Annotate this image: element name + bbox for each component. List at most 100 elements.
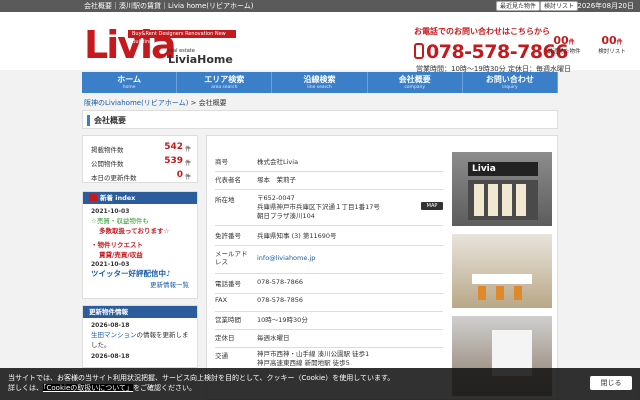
breadcrumb-current: 会社概要 bbox=[198, 99, 227, 107]
stat-updated-unit: 件 bbox=[184, 174, 191, 181]
office-interior-photo bbox=[452, 234, 552, 308]
page-title: 会社概要 bbox=[94, 116, 126, 125]
updates-panel-header: 更新物件情報 bbox=[83, 306, 197, 318]
news-panel-header: 新着 index bbox=[83, 192, 197, 204]
nav-home-label: ホーム bbox=[117, 75, 141, 84]
review-list-button[interactable]: 検討リスト bbox=[540, 1, 579, 11]
stat-public-value: 539 bbox=[164, 156, 183, 166]
office-chair bbox=[478, 286, 486, 300]
stat-public: 公開物件数 539 件 bbox=[91, 156, 193, 170]
news-line[interactable]: 賃貸/売買/収益 bbox=[91, 249, 189, 259]
cookie-banner: 当サイトでは、お客様の当サイト利用状況把握、サービス向上検討を目的として、クッキ… bbox=[0, 368, 640, 400]
info-row-holiday: 定休日 毎週水曜日 bbox=[215, 332, 443, 348]
news-badge-icon bbox=[89, 194, 97, 201]
news-date: 2021-10-03 bbox=[91, 208, 130, 215]
site-description: 会社概要｜湊川駅の賃貸｜Livia home(リビアホーム) bbox=[84, 2, 254, 10]
storefront-photo: Livia bbox=[452, 152, 552, 226]
recent-viewed-count[interactable]: 00件 最近見た物件 bbox=[542, 34, 586, 55]
stat-updated-label: 本日の更新件数 bbox=[91, 174, 137, 182]
news-panel-title: 新着 index bbox=[100, 194, 136, 202]
nav-inquiry[interactable]: お問い合わせ inquiry bbox=[462, 72, 559, 93]
office-chair bbox=[514, 286, 522, 300]
news-more-link[interactable]: 更新情報一覧 bbox=[91, 279, 189, 289]
info-row-license: 免許番号 兵庫県知事 (3) 第11690号 bbox=[215, 230, 443, 246]
cookie-line-1: 当サイトでは、お客様の当サイト利用状況把握、サービス向上検討を目的として、クッキ… bbox=[8, 374, 395, 382]
header: Livia Buy&Rent Designers Renovation New … bbox=[0, 12, 640, 73]
nav-inquiry-label: お問い合わせ bbox=[485, 75, 534, 84]
news-list: 2021-10-03 ☆売買・収益物件も 多数取扱っております☆ ・物件リクエス… bbox=[83, 204, 197, 293]
info-row-company: 商号 株式会社Livia bbox=[215, 156, 443, 172]
info-value: 078-578-7866 bbox=[257, 278, 304, 286]
info-key: 営業時間 bbox=[215, 316, 241, 324]
info-key: 定休日 bbox=[215, 334, 235, 342]
news-line[interactable]: ・物件リクエスト bbox=[91, 239, 189, 249]
info-key: 交通 bbox=[215, 352, 228, 360]
review-count-value: 00 bbox=[601, 34, 617, 47]
news-date: 2021-10-03 bbox=[91, 261, 130, 268]
nav-line-search[interactable]: 沿線検索 line search bbox=[272, 72, 368, 93]
info-value: 10時～19時30分 bbox=[257, 316, 308, 324]
info-value: 塚本 茉莉子 bbox=[257, 176, 296, 184]
cookie-policy-link[interactable]: 「Cookieの取扱いについて」 bbox=[43, 384, 134, 392]
title-accent-bar bbox=[87, 115, 90, 126]
map-button[interactable]: MAP bbox=[421, 202, 443, 210]
logo-tagline: Buy&Rent Designers Renovation New Buildi… bbox=[128, 30, 236, 45]
page-title-box: 会社概要 bbox=[82, 110, 558, 129]
info-key: 所在地 bbox=[215, 196, 235, 204]
update-link[interactable]: 生田マンション bbox=[91, 331, 137, 339]
review-list-count[interactable]: 00件 検討リスト bbox=[590, 34, 634, 55]
update-date: 2026-08-18 bbox=[91, 353, 130, 360]
updates-panel: 更新物件情報 2026-08-18 生田マンションの情報を更新しました。 202… bbox=[82, 305, 198, 368]
nav-area-search[interactable]: エリア検索 area search bbox=[177, 72, 273, 93]
info-value: 神戸市西神・山手線 湊川公園駅 徒歩1 神戸高速東西線 新開地駅 徒歩5 bbox=[257, 350, 370, 367]
site-logo[interactable]: Livia Buy&Rent Designers Renovation New … bbox=[84, 24, 238, 66]
nav-line-sub: line search bbox=[307, 85, 332, 90]
info-value: 株式会社Livia bbox=[257, 158, 299, 166]
review-count-label: 検討リスト bbox=[598, 49, 626, 55]
recent-count-value: 00 bbox=[553, 34, 569, 47]
info-value: 〒652-0047 兵庫県神戸市兵庫区下沢通１丁目1番17号 朝日プラザ湊川10… bbox=[257, 194, 380, 220]
stat-public-unit: 件 bbox=[184, 160, 191, 167]
stat-updated-today: 本日の更新件数 0 件 bbox=[91, 170, 193, 184]
info-value: 毎週水曜日 bbox=[257, 334, 290, 342]
news-line[interactable]: ☆売買・収益物件も bbox=[91, 215, 189, 225]
info-row-hours: 営業時間 10時～19時30分 bbox=[215, 314, 443, 330]
breadcrumb-separator: > bbox=[190, 99, 197, 107]
stat-listed-value: 542 bbox=[164, 142, 183, 152]
info-row-address: 所在地 〒652-0047 兵庫県神戸市兵庫区下沢通１丁目1番17号 朝日プラザ… bbox=[215, 194, 443, 226]
updates-list: 2026-08-18 生田マンションの情報を更新しました。 2026-08-18 bbox=[83, 318, 197, 364]
property-stats: 掲載物件数 542 件 公開物件数 539 件 本日の更新件数 0 件 bbox=[82, 135, 198, 183]
recent-viewed-button[interactable]: 最近見た物件 bbox=[496, 1, 541, 11]
nav-company-sub: company bbox=[404, 85, 426, 90]
nav-company[interactable]: 会社概要 company bbox=[367, 72, 463, 93]
update-date: 2026-08-18 bbox=[91, 322, 130, 329]
nav-company-label: 会社概要 bbox=[398, 75, 431, 84]
news-line[interactable]: 多数取扱っております☆ bbox=[91, 225, 189, 235]
cookie-close-button[interactable]: 閉じる bbox=[590, 376, 632, 390]
cookie-line-2-post: をご確認ください。 bbox=[133, 384, 197, 392]
breadcrumb-home[interactable]: 阪神のLiviahome(リビアホーム) bbox=[84, 99, 188, 107]
logo-brand-name: LiviaHome bbox=[168, 53, 233, 66]
recent-count-label: 最近見た物件 bbox=[547, 49, 581, 55]
nav-inquiry-sub: inquiry bbox=[502, 85, 518, 90]
info-row-representative: 代表者名 塚本 茉莉子 bbox=[215, 174, 443, 190]
breadcrumb: 阪神のLiviahome(リビアホーム) > 会社概要 bbox=[84, 98, 227, 108]
info-row-phone: 電話番号 078-578-7866 bbox=[215, 278, 443, 294]
info-key: FAX bbox=[215, 296, 228, 304]
nav-home-sub: home bbox=[122, 85, 136, 90]
nav-area-label: エリア検索 bbox=[204, 75, 245, 84]
info-key: 商号 bbox=[215, 158, 228, 166]
info-row-fax: FAX 078-578-7856 bbox=[215, 296, 443, 312]
email-link[interactable]: info@liviahome.jp bbox=[257, 254, 315, 262]
storefront-window bbox=[468, 180, 538, 220]
news-line[interactable]: ツイッター好評配信中♪ bbox=[91, 268, 189, 279]
review-count-unit: 件 bbox=[616, 39, 623, 46]
company-info-section: 商号 株式会社Livia 代表者名 塚本 茉莉子 所在地 〒652-0047 兵… bbox=[206, 135, 558, 400]
info-key: 免許番号 bbox=[215, 232, 241, 240]
nav-home[interactable]: ホーム home bbox=[82, 72, 178, 93]
stat-listed-unit: 件 bbox=[184, 146, 191, 153]
info-key: 電話番号 bbox=[215, 280, 241, 288]
info-value: 078-578-7856 bbox=[257, 296, 304, 304]
office-chair bbox=[496, 286, 504, 300]
office-desk bbox=[472, 274, 532, 284]
